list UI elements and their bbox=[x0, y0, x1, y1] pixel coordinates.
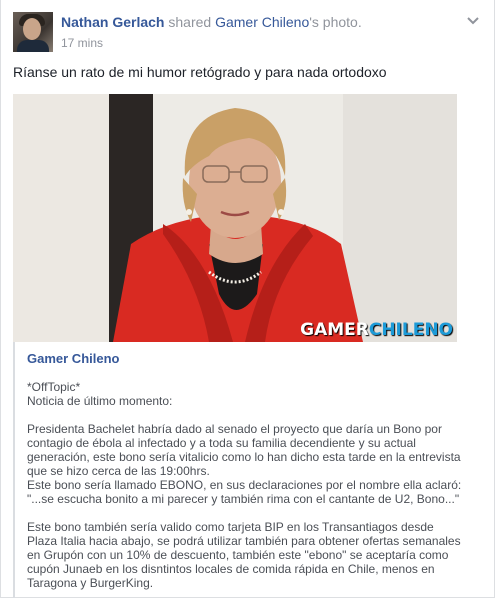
paragraph-1: Presidenta Bachelet habría dado al senad… bbox=[27, 422, 461, 478]
paragraph-2b: "...se escucha bonito a mi parecer y tam… bbox=[27, 492, 460, 506]
feed-story: Nathan Gerlach shared Gamer Chileno's ph… bbox=[0, 0, 495, 598]
offtopic-line: *OffTopic* bbox=[27, 380, 81, 394]
chevron-down-icon[interactable] bbox=[464, 14, 482, 28]
shared-attachment: Gamer Chileno *OffTopic* Noticia de últi… bbox=[13, 342, 461, 598]
shared-photo[interactable]: GAMERCHILENO bbox=[13, 94, 457, 342]
shared-page-name[interactable]: Gamer Chileno bbox=[27, 351, 119, 366]
shared-post-text: *OffTopic* Noticia de último momento: Pr… bbox=[27, 380, 467, 598]
status-text: Ríanse un rato de mi humor retógrado y p… bbox=[13, 64, 387, 80]
avatar-face bbox=[23, 18, 41, 40]
story-header: Nathan Gerlach shared Gamer Chileno's ph… bbox=[13, 12, 482, 56]
action-text: shared bbox=[168, 14, 212, 30]
avatar[interactable] bbox=[13, 12, 53, 52]
photo-illustration bbox=[13, 94, 457, 342]
watermark-chileno: CHILENO bbox=[368, 320, 453, 340]
possessive-text: 's photo. bbox=[309, 14, 362, 30]
story-headline: Nathan Gerlach shared Gamer Chileno's ph… bbox=[61, 14, 452, 30]
watermark-gamer: GAMER bbox=[300, 320, 369, 340]
paragraph-2a: Este bono sería llamado EBONO, en sus de… bbox=[27, 478, 462, 492]
photo-watermark: GAMERCHILENO bbox=[298, 320, 455, 340]
shared-page-link[interactable]: Gamer Chileno bbox=[215, 14, 309, 30]
story-meta: Nathan Gerlach shared Gamer Chileno's ph… bbox=[61, 14, 452, 50]
timestamp[interactable]: 17 mins bbox=[61, 36, 452, 50]
author-name[interactable]: Nathan Gerlach bbox=[61, 14, 164, 30]
avatar-body bbox=[17, 40, 49, 52]
news-line: Noticia de último momento: bbox=[27, 394, 173, 408]
paragraph-3: Este bono también sería valido como tarj… bbox=[27, 520, 461, 590]
